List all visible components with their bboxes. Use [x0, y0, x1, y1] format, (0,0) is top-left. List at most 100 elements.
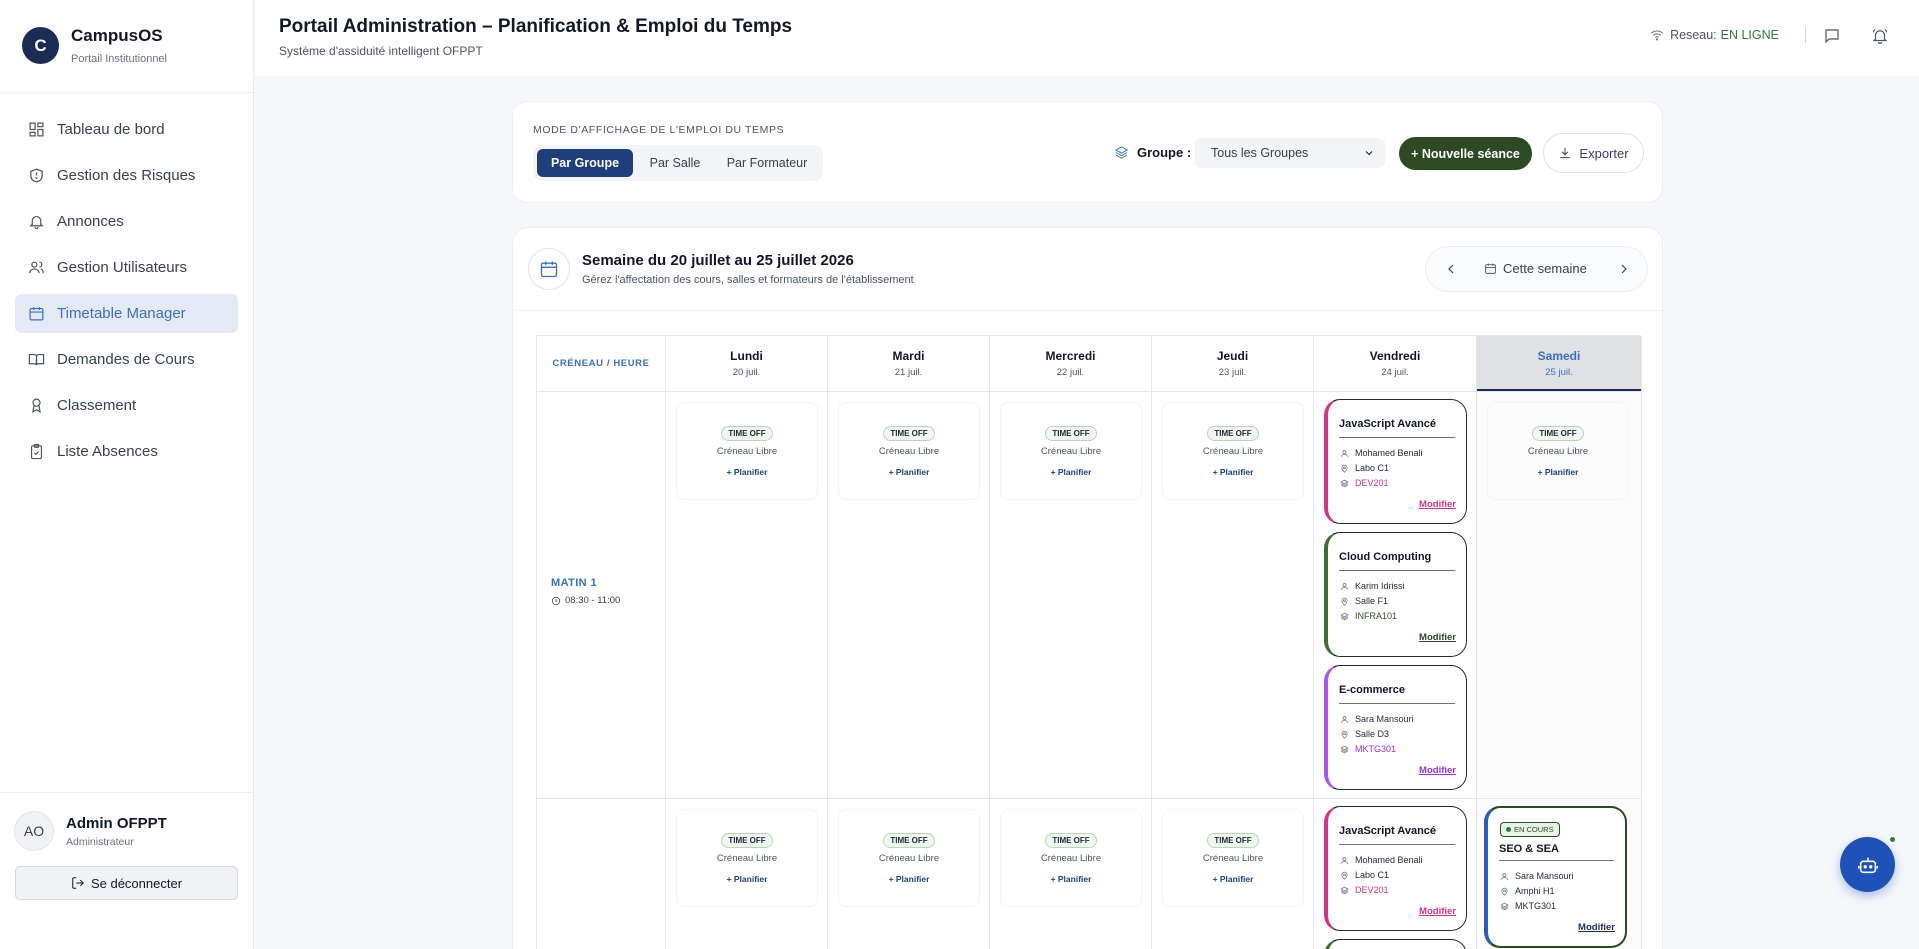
week-subtitle: Gérez l'affectation des cours, salles et…: [582, 274, 914, 286]
free-slot-cell[interactable]: TIME OFF Créneau Libre + Planifier: [676, 809, 818, 907]
brand[interactable]: C CampusOS Portail Institutionnel: [22, 26, 167, 65]
time-off-badge: TIME OFF: [883, 426, 935, 441]
edit-session-link[interactable]: Modifier: [1578, 922, 1615, 933]
user-profile[interactable]: AO Admin OFPPT Administrateur: [14, 811, 167, 851]
free-slot-cell[interactable]: TIME OFF Créneau Libre + Planifier: [1487, 402, 1629, 500]
bot-icon: [1857, 857, 1878, 873]
live-badge-text: EN COURS: [1514, 825, 1554, 834]
new-session-button[interactable]: + Nouvelle séance: [1399, 137, 1532, 170]
session-card[interactable]: JavaScript Avancé Mohamed Benali Labo C1…: [1324, 806, 1467, 931]
plan-slot-button[interactable]: + Planifier: [1163, 874, 1303, 884]
edit-session-link[interactable]: Modifier: [1419, 906, 1456, 917]
edit-session-link[interactable]: Modifier: [1419, 632, 1456, 643]
sidebar-item-timetable-manager[interactable]: Timetable Manager: [15, 294, 238, 333]
grid-column-line: [827, 336, 828, 949]
session-room-text: Labo C1: [1355, 870, 1390, 880]
session-group-text: DEV201: [1355, 885, 1389, 895]
free-slot-cell[interactable]: TIME OFF Créneau Libre + Planifier: [676, 402, 818, 500]
layers-icon: [1340, 612, 1349, 620]
export-label: Exporter: [1579, 145, 1629, 161]
free-slot-label: Créneau Libre: [1040, 446, 1102, 457]
free-slot-cell[interactable]: TIME OFF Créneau Libre + Planifier: [838, 402, 980, 500]
free-slot-cell[interactable]: TIME OFF Créneau Libre + Planifier: [1000, 809, 1142, 907]
plan-slot-button[interactable]: + Planifier: [839, 467, 979, 477]
day-header-vendredi: Vendredi 24 juil.: [1314, 336, 1476, 391]
time-off-badge: TIME OFF: [1207, 833, 1259, 848]
session-card[interactable]: E-commerce Sara Mansouri Salle D3 MKTG30…: [1324, 665, 1467, 790]
plan-slot-button[interactable]: + Planifier: [677, 467, 817, 477]
free-slot-cell[interactable]: TIME OFF Créneau Libre + Planifier: [1162, 809, 1304, 907]
session-card[interactable]: Cloud Computing Karim Idrissi Salle F1 I…: [1324, 532, 1467, 657]
network-label: Reseau:: [1670, 28, 1717, 42]
wifi-icon: [1650, 30, 1664, 41]
brand-name: CampusOS: [71, 26, 163, 45]
logout-button[interactable]: Se déconnecter: [15, 866, 238, 900]
session-title: E-commerce: [1339, 684, 1406, 696]
plan-slot-button[interactable]: + Planifier: [1001, 874, 1141, 884]
display-mode-label: MODE D'AFFICHAGE DE L'EMPLOI DU TEMPS: [533, 124, 785, 136]
grid-column-line: [665, 336, 666, 949]
free-slot-cell[interactable]: TIME OFF Créneau Libre + Planifier: [838, 809, 980, 907]
sidebar-divider: [0, 92, 254, 93]
day-date: 20 juil.: [732, 367, 761, 378]
message-square-icon: [1825, 29, 1839, 44]
free-slot-label: Créneau Libre: [1527, 446, 1589, 457]
tab-par-salle[interactable]: Par Salle: [636, 149, 714, 177]
sidebar-item-annonces[interactable]: Annonces: [15, 202, 238, 241]
plan-slot-button[interactable]: + Planifier: [1488, 467, 1628, 477]
time-off-badge: TIME OFF: [721, 426, 773, 441]
calendar-icon: [27, 305, 45, 323]
session-card-live[interactable]: EN COURS SEO & SEA Sara Mansouri Amphi H…: [1484, 806, 1627, 948]
assistant-button[interactable]: [1840, 837, 1895, 892]
export-button[interactable]: Exporter: [1543, 133, 1644, 173]
edit-session-link[interactable]: Modifier: [1419, 499, 1456, 510]
sidebar-item-classement[interactable]: Classement: [15, 386, 238, 425]
session-trainer: Mohamed Benali: [1340, 855, 1423, 865]
session-room: Amphi H1: [1500, 886, 1555, 896]
plan-slot-button[interactable]: + Planifier: [1163, 467, 1303, 477]
session-trainer: Sara Mansouri: [1340, 714, 1414, 724]
map-pin-icon: [1341, 464, 1348, 473]
top-header: Portail Administration – Planification &…: [255, 0, 1919, 76]
session-room-text: Salle D3: [1355, 729, 1390, 739]
sidebar: C CampusOS Portail Institutionnel Tablea…: [0, 0, 254, 949]
free-slot-cell[interactable]: TIME OFF Créneau Libre + Planifier: [1162, 402, 1304, 500]
current-week-button[interactable]: Cette semaine: [1484, 261, 1587, 276]
free-slot-cell[interactable]: TIME OFF Créneau Libre + Planifier: [1000, 402, 1142, 500]
sidebar-item-demandes-de-cours[interactable]: Demandes de Cours: [15, 340, 238, 379]
edit-session-link[interactable]: Modifier: [1419, 765, 1456, 776]
session-room: Labo C1: [1340, 463, 1389, 473]
plan-slot-button[interactable]: + Planifier: [1001, 467, 1141, 477]
session-card-partial[interactable]: [1324, 939, 1467, 949]
day-date: 22 juil.: [1056, 367, 1085, 378]
sidebar-item-gestion-des-risques[interactable]: Gestion des Risques: [15, 156, 238, 195]
layers-icon: [1340, 479, 1349, 487]
free-slot-label: Créneau Libre: [878, 446, 940, 457]
week-divider: [513, 310, 1662, 311]
notifications-button[interactable]: [1871, 27, 1889, 45]
session-trainer: Mohamed Benali: [1340, 448, 1423, 458]
session-divider: [1339, 570, 1455, 571]
header-separator: [1805, 27, 1806, 43]
group-select[interactable]: Tous les Groupes: [1195, 138, 1385, 168]
dashboard-icon: [27, 121, 45, 139]
week-navigator: Cette semaine: [1425, 246, 1648, 292]
live-badge: EN COURS: [1500, 822, 1560, 837]
week-calendar-badge: [528, 248, 570, 290]
tab-par-formateur[interactable]: Par Formateur: [717, 149, 817, 177]
tab-par-groupe[interactable]: Par Groupe: [537, 149, 633, 177]
plan-slot-button[interactable]: + Planifier: [677, 874, 817, 884]
sidebar-item-tableau-de-bord[interactable]: Tableau de bord: [15, 110, 238, 149]
chevron-left-icon: [1448, 264, 1454, 274]
sidebar-item-gestion-utilisateurs[interactable]: Gestion Utilisateurs: [15, 248, 238, 287]
bell-icon: [27, 213, 45, 231]
free-slot-label: Créneau Libre: [878, 853, 940, 864]
session-card[interactable]: JavaScript Avancé Mohamed Benali Labo C1…: [1324, 399, 1467, 524]
plan-slot-button[interactable]: + Planifier: [839, 874, 979, 884]
messages-button[interactable]: [1823, 27, 1841, 45]
user-role: Administrateur: [66, 835, 134, 848]
sidebar-item-liste-absences[interactable]: Liste Absences: [15, 432, 238, 471]
next-week-button[interactable]: [1616, 261, 1632, 277]
previous-week-button[interactable]: [1443, 261, 1459, 277]
chevron-right-icon: [1621, 264, 1627, 274]
